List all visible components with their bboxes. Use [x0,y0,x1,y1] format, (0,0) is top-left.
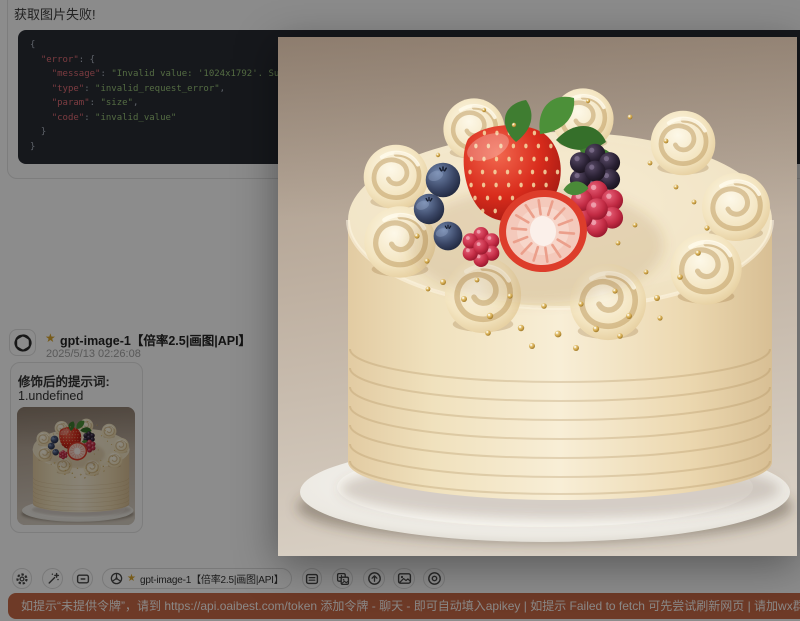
image-preview[interactable] [278,37,797,556]
app-window: 获取图片失败! { "error": { "message": "Invalid… [0,0,800,621]
